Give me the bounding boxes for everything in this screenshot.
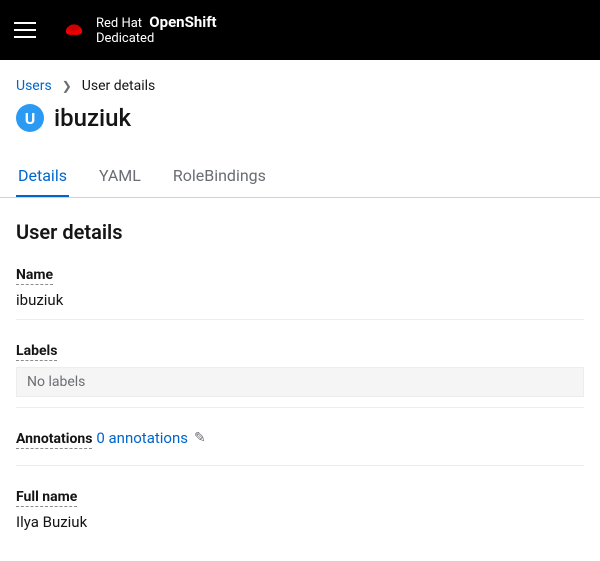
name-label: Name <box>16 267 53 285</box>
details-section: User details Name ibuziuk Labels No labe… <box>0 198 600 541</box>
tabs: Details YAML RoleBindings <box>0 154 600 198</box>
chevron-right-icon: ❯ <box>62 79 72 93</box>
field-annotations: Annotations 0 annotations ✎ <box>16 428 584 466</box>
name-value: ibuziuk <box>16 291 584 309</box>
fullname-value: Ilya Buziuk <box>16 513 584 531</box>
tab-details[interactable]: Details <box>16 154 69 197</box>
breadcrumb-users-link[interactable]: Users <box>16 78 52 94</box>
labels-empty: No labels <box>16 367 584 397</box>
labels-label: Labels <box>16 343 57 361</box>
annotations-label: Annotations <box>16 431 92 449</box>
field-name: Name ibuziuk <box>16 264 584 320</box>
user-badge-icon: U <box>16 104 44 132</box>
pencil-icon: ✎ <box>194 430 206 446</box>
brand-logo[interactable]: Red Hat OpenShift Dedicated <box>60 14 217 47</box>
brand-text: Red Hat OpenShift Dedicated <box>96 14 217 47</box>
field-labels: Labels No labels <box>16 340 584 408</box>
section-heading: User details <box>16 220 584 244</box>
breadcrumb-current: User details <box>82 78 156 94</box>
brand-product: OpenShift <box>149 13 216 31</box>
brand-edition: Dedicated <box>96 32 217 46</box>
tab-rolebindings[interactable]: RoleBindings <box>171 154 268 197</box>
annotations-edit-link[interactable]: 0 annotations ✎ <box>96 429 205 447</box>
redhat-logo-icon <box>60 16 88 44</box>
top-navbar: Red Hat OpenShift Dedicated <box>0 0 600 60</box>
page-title-row: U ibuziuk <box>16 104 584 132</box>
page-title: ibuziuk <box>54 104 131 132</box>
breadcrumb: Users ❯ User details <box>16 78 584 94</box>
menu-toggle-button[interactable] <box>14 18 38 42</box>
fullname-label: Full name <box>16 489 77 507</box>
field-fullname: Full name Ilya Buziuk <box>16 486 584 541</box>
brand-company: Red Hat <box>96 16 142 31</box>
annotations-count: 0 annotations <box>96 429 188 447</box>
tab-yaml[interactable]: YAML <box>97 154 143 197</box>
